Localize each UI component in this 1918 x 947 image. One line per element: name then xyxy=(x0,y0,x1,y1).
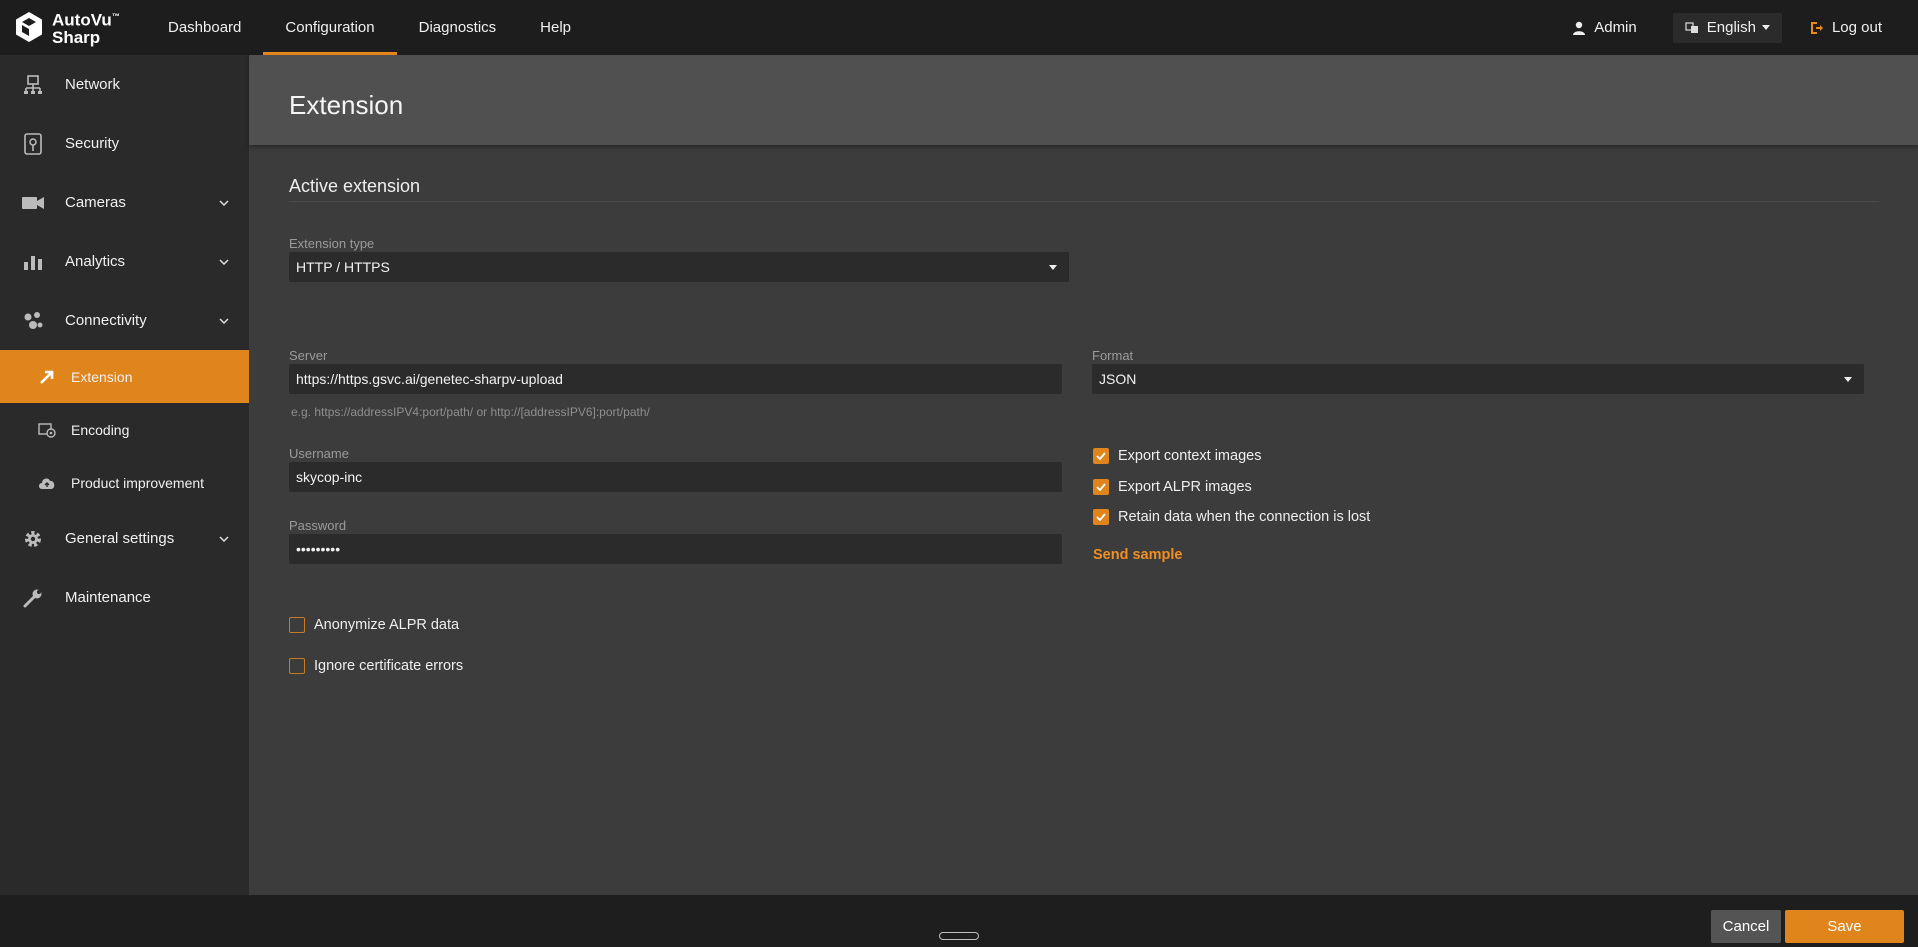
extension-type-label: Extension type xyxy=(289,236,375,251)
ignore-certificate-errors-checkbox[interactable]: Ignore certificate errors xyxy=(289,658,463,674)
password-value: ••••••••• xyxy=(296,541,341,557)
nav-help[interactable]: Help xyxy=(518,0,593,55)
user-menu[interactable]: Admin xyxy=(1572,19,1637,36)
format-label: Format xyxy=(1092,348,1134,363)
language-select[interactable]: English xyxy=(1672,12,1782,43)
network-icon xyxy=(22,74,44,96)
logout-label: Log out xyxy=(1831,19,1882,36)
sidebar-item-general-settings[interactable]: General settings xyxy=(0,509,249,568)
nav-configuration[interactable]: Configuration xyxy=(263,0,397,55)
checkbox-checked-icon xyxy=(1093,448,1109,464)
top-right-menu: Admin English Log out xyxy=(1572,0,1918,55)
nav-diagnostics[interactable]: Diagnostics xyxy=(397,0,519,55)
top-bar: AutoVu™ Sharp Dashboard Configuration Di… xyxy=(0,0,1918,55)
wrench-icon xyxy=(22,587,44,609)
sidebar-item-label: General settings xyxy=(65,530,175,547)
autovu-sharp-logo[interactable]: AutoVu™ Sharp xyxy=(12,9,120,47)
server-input[interactable]: https://https.gsvc.ai/genetec-sharpv-upl… xyxy=(289,364,1062,394)
checkbox-label: Export ALPR images xyxy=(1118,479,1252,495)
sidebar-subitem-product-improvement[interactable]: Product improvement xyxy=(0,456,249,509)
server-label: Server xyxy=(289,348,328,363)
server-hint: e.g. https://addressIPV4:port/path/ or h… xyxy=(291,405,650,419)
sidebar-subitem-label: Product improvement xyxy=(71,474,205,491)
user-name: Admin xyxy=(1594,19,1637,36)
chevron-down-icon xyxy=(219,317,229,324)
chevron-down-icon xyxy=(219,535,229,542)
logo-mark-icon xyxy=(16,12,42,42)
nav-dashboard[interactable]: Dashboard xyxy=(146,0,263,55)
logout-button[interactable]: Log out xyxy=(1810,19,1882,36)
cancel-button[interactable]: Cancel xyxy=(1711,910,1781,943)
section-divider xyxy=(289,201,1879,202)
sidebar-item-cameras[interactable]: Cameras xyxy=(0,173,249,232)
format-select[interactable]: JSON xyxy=(1092,364,1864,394)
sidebar-item-label: Maintenance xyxy=(65,589,151,606)
caret-down-icon xyxy=(1761,25,1770,30)
main-nav: Dashboard Configuration Diagnostics Help xyxy=(146,0,593,55)
dropdown-arrow-icon xyxy=(1844,377,1852,382)
sidebar-item-connectivity[interactable]: Connectivity xyxy=(0,291,249,350)
drag-handle-icon[interactable] xyxy=(939,932,979,940)
brand-name: AutoVu™ Sharp xyxy=(52,10,120,47)
page-title: Extension xyxy=(289,90,404,120)
anonymize-alpr-checkbox[interactable]: Anonymize ALPR data xyxy=(289,617,459,633)
sidebar-item-label: Security xyxy=(65,135,120,152)
sidebar-item-label: Connectivity xyxy=(65,312,147,329)
checkbox-checked-icon xyxy=(1093,509,1109,525)
sidebar-item-security[interactable]: Security xyxy=(0,114,249,173)
checkbox-unchecked-icon xyxy=(289,658,305,674)
retain-data-checkbox[interactable]: Retain data when the connection is lost xyxy=(1093,509,1370,525)
sidebar-item-label: Network xyxy=(65,76,121,93)
save-button[interactable]: Save xyxy=(1785,910,1904,943)
logout-icon xyxy=(1810,21,1823,34)
footer-bar: Cancel Save xyxy=(0,895,1918,947)
checkbox-label: Ignore certificate errors xyxy=(314,658,464,674)
sidebar-subitem-extension[interactable]: Extension xyxy=(0,350,249,403)
encoding-icon xyxy=(38,421,56,439)
export-context-images-checkbox[interactable]: Export context images xyxy=(1093,448,1261,464)
dropdown-arrow-icon xyxy=(1049,265,1057,270)
sidebar-subitem-encoding[interactable]: Encoding xyxy=(0,403,249,456)
connectivity-icon xyxy=(22,310,44,332)
sidebar-item-network[interactable]: Network xyxy=(0,55,249,114)
section-title: Active extension xyxy=(289,176,421,196)
sidebar-subitem-label: Extension xyxy=(71,368,133,385)
page-header: Extension xyxy=(249,55,1918,145)
export-alpr-images-checkbox[interactable]: Export ALPR images xyxy=(1093,479,1252,495)
checkbox-checked-icon xyxy=(1093,479,1109,495)
checkbox-label: Anonymize ALPR data xyxy=(314,617,460,633)
extension-type-select[interactable]: HTTP / HTTPS xyxy=(289,252,1069,282)
checkbox-label: Retain data when the connection is lost xyxy=(1118,509,1371,525)
language-icon xyxy=(1685,21,1698,33)
extension-type-value: HTTP / HTTPS xyxy=(296,259,390,275)
password-label: Password xyxy=(289,518,347,533)
user-icon xyxy=(1573,21,1586,35)
analytics-icon xyxy=(22,251,44,273)
extension-icon xyxy=(38,368,56,386)
camera-icon xyxy=(22,192,44,214)
security-icon xyxy=(22,132,44,155)
password-input[interactable]: ••••••••• xyxy=(289,534,1062,564)
sidebar: Network Security Cameras Analytics Conne… xyxy=(0,55,249,895)
gear-icon xyxy=(22,528,44,550)
server-value: https://https.gsvc.ai/genetec-sharpv-upl… xyxy=(296,371,563,387)
sidebar-item-label: Analytics xyxy=(65,253,126,270)
chevron-down-icon xyxy=(219,258,229,265)
sidebar-item-analytics[interactable]: Analytics xyxy=(0,232,249,291)
checkbox-unchecked-icon xyxy=(289,617,305,633)
cloud-upload-icon xyxy=(38,474,56,492)
username-label: Username xyxy=(289,446,349,461)
username-input[interactable]: skycop-inc xyxy=(289,462,1062,492)
send-sample-link[interactable]: Send sample xyxy=(1093,547,1182,563)
checkbox-label: Export context images xyxy=(1118,448,1262,464)
format-value: JSON xyxy=(1099,371,1137,387)
language-label: English xyxy=(1706,19,1756,36)
sidebar-item-label: Cameras xyxy=(65,194,126,211)
sidebar-item-maintenance[interactable]: Maintenance xyxy=(0,568,249,627)
chevron-down-icon xyxy=(219,199,229,206)
sidebar-subitem-label: Encoding xyxy=(71,421,130,438)
username-value: skycop-inc xyxy=(296,469,363,485)
